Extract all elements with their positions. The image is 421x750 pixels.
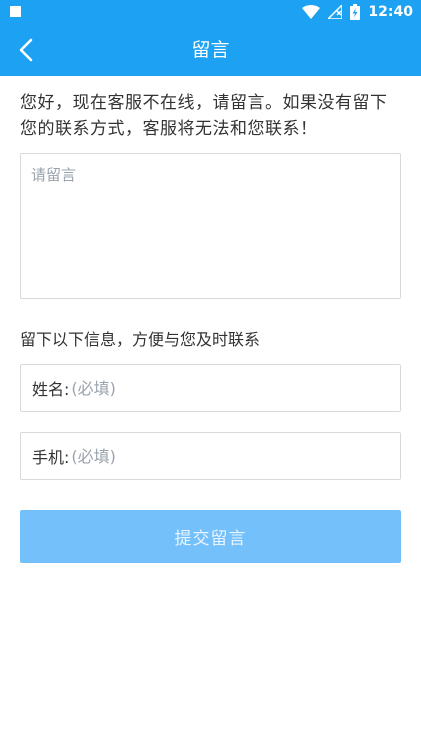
app-bar: 留言 <box>0 24 421 76</box>
page-title: 留言 <box>191 39 230 61</box>
submit-message-button[interactable]: 提交留言 <box>20 510 401 563</box>
name-field[interactable]: 姓名: <box>20 364 401 412</box>
message-textarea[interactable] <box>20 153 401 299</box>
contact-info-hint: 留下以下信息，方便与您及时联系 <box>20 330 261 349</box>
status-time: 12:40 <box>368 4 413 20</box>
status-bar: 12:40 <box>0 0 421 24</box>
phone-field[interactable]: 手机: <box>20 432 401 480</box>
notification-square-icon <box>10 6 21 17</box>
name-input[interactable] <box>69 365 400 411</box>
intro-text: 您好，现在客服不在线，请留言。如果没有留下您的联系方式，客服将无法和您联系！ <box>20 93 388 139</box>
phone-input[interactable] <box>69 433 400 479</box>
phone-field-label: 手机: <box>32 448 70 467</box>
wifi-icon <box>302 5 321 19</box>
name-field-label: 姓名: <box>32 380 70 399</box>
status-icons: 12:40 <box>302 3 413 21</box>
battery-charging-icon <box>350 4 361 20</box>
signal-icon <box>328 5 343 19</box>
